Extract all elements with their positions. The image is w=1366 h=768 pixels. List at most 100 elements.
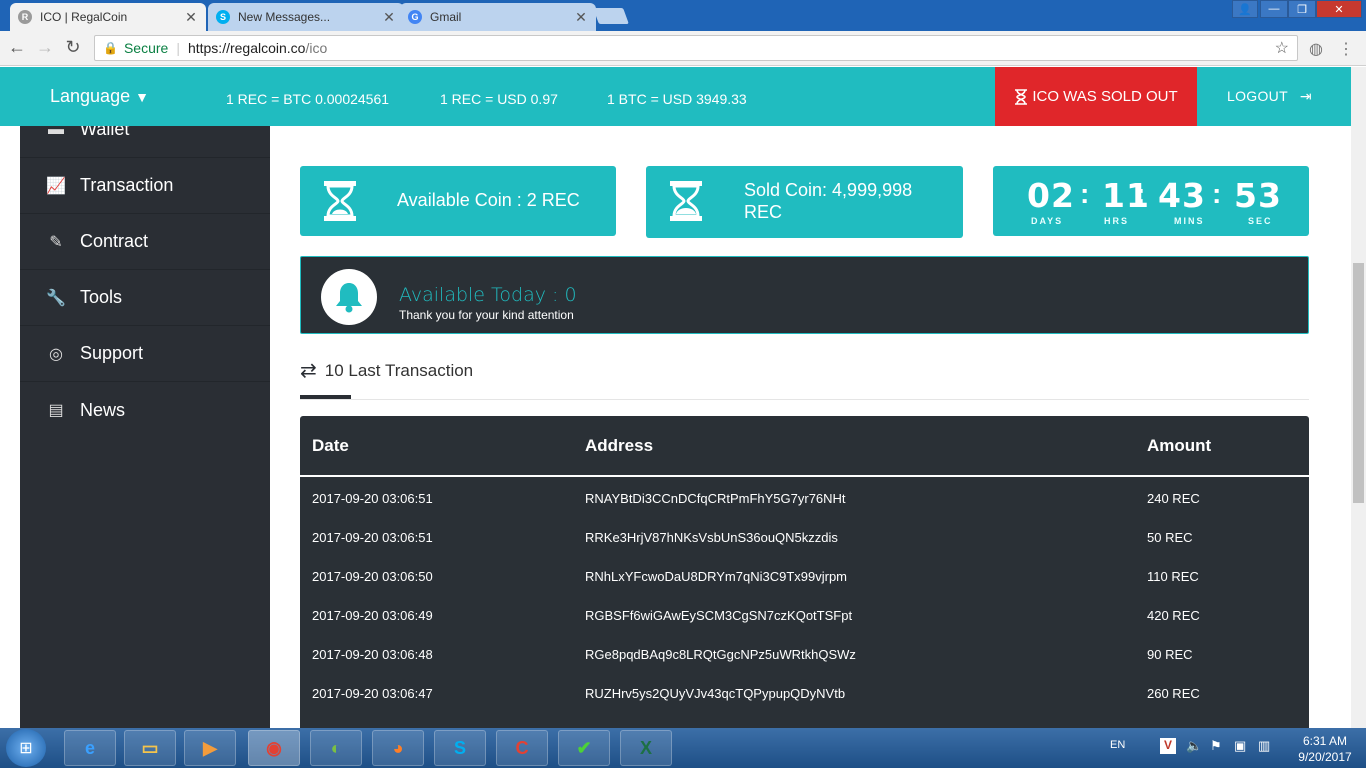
cell-date: 2017-09-20 03:06:49 [312, 608, 433, 623]
close-tab-icon[interactable]: ✕ [382, 9, 396, 26]
bell-icon [321, 269, 377, 325]
taskbar-clock[interactable]: 6:31 AM 9/20/2017 [1290, 733, 1360, 765]
right-gutter [1330, 126, 1351, 728]
chevron-down-icon: ▼ [135, 89, 149, 105]
wallet-icon: ▬ [48, 126, 64, 138]
url-input[interactable]: 🔒 Secure | https://regalcoin.co/ico ☆ [94, 35, 1298, 61]
language-label: Language [50, 86, 131, 106]
notice-title: Available Today : 0 [399, 284, 577, 306]
close-tab-icon[interactable]: ✕ [574, 9, 588, 26]
sidebar: ▬ Wallet 📈 Transaction ✎ Contract 🔧 Tool… [20, 126, 270, 728]
sidebar-item-support[interactable]: ◎ Support [20, 326, 270, 382]
sidebar-item-transaction[interactable]: 📈 Transaction [20, 158, 270, 214]
secure-label: Secure [123, 40, 169, 56]
device-icon[interactable]: ▣ [1234, 738, 1246, 754]
sidebar-item-tools[interactable]: 🔧 Tools [20, 270, 270, 326]
close-tab-icon[interactable]: ✕ [184, 9, 198, 26]
sidebar-item-news[interactable]: ▤ News [20, 382, 270, 438]
cell-date: 2017-09-20 03:06:47 [312, 686, 433, 701]
bookmark-star-icon[interactable]: ☆ [1275, 38, 1289, 58]
skype-icon[interactable]: S [434, 730, 486, 766]
tab-regalcoin[interactable]: R ICO | RegalCoin ✕ [10, 3, 206, 31]
start-button[interactable]: ⊞ [6, 729, 46, 767]
tab-title: ICO | RegalCoin [40, 10, 128, 24]
sign-out-icon: ⇥ [1299, 88, 1312, 104]
cell-address: RGBSFf6wiGAwEySCM3CgSN7czKQotTSFpt [585, 608, 853, 623]
countdown-secs-label: SEC [1248, 216, 1273, 226]
sidebar-item-wallet[interactable]: ▬ Wallet [20, 126, 270, 158]
divider [300, 399, 1309, 400]
back-arrow-icon[interactable]: ← [6, 37, 28, 58]
language-indicator[interactable]: EN [1110, 739, 1125, 751]
sidebar-item-label: Wallet [80, 126, 130, 139]
exchange-icon: ⇄ [300, 360, 317, 382]
cell-amount: 110 REC [1147, 569, 1199, 584]
maximize-button[interactable]: ❐ [1288, 0, 1316, 18]
cell-amount: 420 REC [1147, 608, 1200, 623]
countdown-days-label: DAYS [1031, 216, 1064, 226]
chrome-icon[interactable]: ◉ [248, 730, 300, 766]
regalcoin-favicon-icon: R [18, 10, 32, 24]
minimize-button[interactable]: — [1260, 0, 1288, 18]
excel-icon[interactable]: X [620, 730, 672, 766]
logout-label: LOGOUT [1227, 88, 1288, 104]
address-bar-row: ← → ↻ 🔒 Secure | https://regalcoin.co/ic… [0, 31, 1366, 66]
cell-date: 2017-09-20 03:06:51 [312, 530, 433, 545]
hourglass-icon [324, 181, 356, 221]
countdown-hours-label: HRS [1104, 216, 1130, 226]
table-header: Date Address Amount [300, 416, 1309, 477]
language-dropdown[interactable]: Language ▼ [50, 86, 149, 107]
rate-btc-usd: 1 BTC = USD 3949.33 [607, 91, 747, 107]
lock-icon: 🔒 [103, 41, 118, 55]
colon: : [1212, 178, 1222, 209]
flag-icon[interactable]: ⚑ [1210, 738, 1222, 754]
extension-icon[interactable]: ◍ [1306, 39, 1326, 59]
lifebuoy-icon: ◎ [49, 345, 63, 363]
url-host: https://regalcoin.co [187, 40, 306, 56]
menu-icon[interactable]: ⋮ [1336, 39, 1356, 59]
tab-title: New Messages... [238, 10, 331, 24]
site-header: Language ▼ 1 REC = BTC 0.00024561 1 REC … [0, 67, 1351, 126]
page-scrollbar[interactable] [1351, 67, 1366, 728]
sold-coin-line2: REC [744, 202, 783, 222]
table-row: 2017-09-20 03:06:49 RGBSFf6wiGAwEySCM3Cg… [300, 596, 1309, 635]
ccleaner-icon[interactable]: C [496, 730, 548, 766]
app-icon[interactable]: ◐ [310, 730, 362, 766]
transactions-heading: ⇄ 10 Last Transaction [300, 358, 473, 383]
sidebar-item-contract[interactable]: ✎ Contract [20, 214, 270, 270]
forward-arrow-icon[interactable]: → [34, 37, 56, 58]
file-explorer-icon[interactable]: ▭ [124, 730, 176, 766]
vivaldi-tray-icon[interactable]: V [1160, 738, 1176, 754]
colon: : [1080, 178, 1090, 209]
cell-date: 2017-09-20 03:06:50 [312, 569, 433, 584]
transactions-table: Date Address Amount 2017-09-20 03:06:51 … [300, 416, 1309, 728]
newspaper-icon: ▤ [48, 402, 64, 419]
close-window-button[interactable]: ✕ [1316, 0, 1362, 18]
cell-address: RNAYBtDi3CCnDCfqCRtPmFhY5G7yr76NHt [585, 491, 846, 506]
google-favicon-icon: G [408, 10, 422, 24]
new-tab-button[interactable] [593, 8, 629, 24]
tab-title: Gmail [430, 10, 462, 24]
user-icon[interactable]: 👤 [1232, 0, 1258, 18]
wrench-icon: 🔧 [46, 289, 66, 307]
internet-explorer-icon[interactable]: e [64, 730, 116, 766]
hourglass-icon [1015, 88, 1028, 105]
column-header-date: Date [312, 436, 349, 455]
network-icon[interactable]: ▥ [1258, 738, 1270, 754]
reload-icon[interactable]: ↻ [62, 37, 84, 58]
hourglass-icon [670, 181, 702, 221]
scrollbar-thumb[interactable] [1353, 263, 1364, 503]
cell-address: RNhLxYFcwoDaU8DRYm7qNi3C9Tx99vjrpm [585, 569, 848, 584]
sidebar-item-label: Transaction [80, 175, 174, 195]
volume-icon[interactable]: 🔈 [1186, 738, 1202, 754]
colon: : [1136, 178, 1146, 209]
media-player-icon[interactable]: ▶ [184, 730, 236, 766]
countdown-mins-label: MINS [1174, 216, 1205, 226]
tab-new-messages[interactable]: S New Messages... ✕ [208, 3, 404, 31]
sold-coin-line1: Sold Coin: 4,999,998 [744, 180, 913, 200]
url-path: /ico [305, 40, 328, 56]
checkmark-app-icon[interactable]: ✔ [558, 730, 610, 766]
tab-gmail[interactable]: G Gmail ✕ [400, 3, 596, 31]
firefox-icon[interactable]: ◕ [372, 730, 424, 766]
logout-button[interactable]: LOGOUT ⇥ [1227, 88, 1312, 105]
